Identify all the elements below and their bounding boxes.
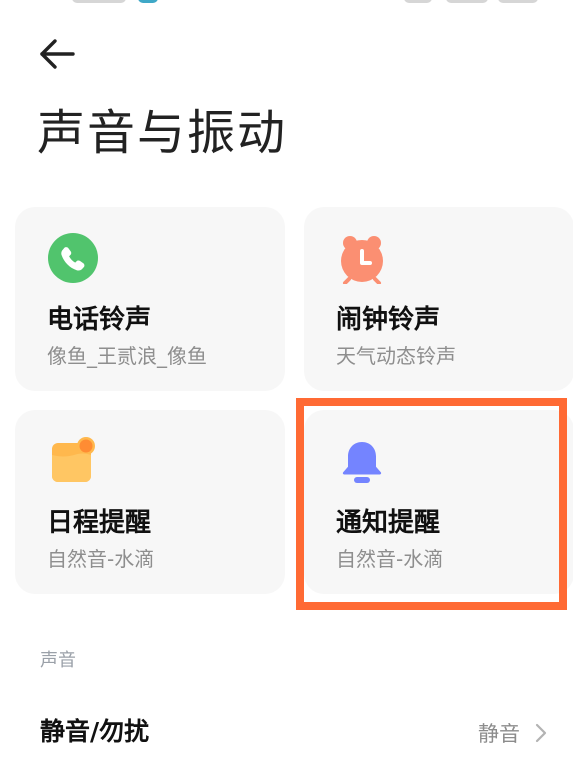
notification-reminder-title: 通知提醒 [336,508,441,538]
page-title: 声音与振动 [37,105,288,161]
arrow-left-icon [40,39,75,69]
chevron-right-icon [533,721,549,745]
sound-section-heading: 声音 [40,650,76,671]
alarm-clock-icon [336,232,388,284]
notification-reminder-value: 自然音-水滴 [336,547,444,571]
bell-icon [336,435,388,487]
back-button[interactable] [38,36,78,72]
sound-vibration-settings-page: 声音与振动 电话铃声 像鱼_王贰浪_像鱼 闹钟铃声 天气动态铃声 日程提醒 自然… [0,0,573,772]
silent-do-not-disturb-value: 静音 [478,722,520,746]
calendar-note-icon [47,435,99,487]
status-bar-left-indicator [72,0,126,3]
phone-ringtone-card[interactable]: 电话铃声 像鱼_王贰浪_像鱼 [15,207,285,391]
alarm-ringtone-title: 闹钟铃声 [336,305,441,335]
status-bar-fragment [0,0,573,8]
silent-do-not-disturb-label: 静音/勿扰 [40,717,150,746]
schedule-reminder-value: 自然音-水滴 [47,547,155,571]
schedule-reminder-card[interactable]: 日程提醒 自然音-水滴 [15,410,285,594]
phone-ringtone-value: 像鱼_王贰浪_像鱼 [47,344,207,368]
schedule-reminder-title: 日程提醒 [47,508,152,538]
alarm-ringtone-card[interactable]: 闹钟铃声 天气动态铃声 [304,207,573,391]
phone-icon [47,232,99,284]
status-bar-accent-indicator [138,0,158,3]
status-bar-right-indicator [404,0,432,3]
alarm-ringtone-value: 天气动态铃声 [336,344,456,368]
notification-reminder-card[interactable]: 通知提醒 自然音-水滴 [304,410,573,594]
status-bar-right-indicator [498,0,538,3]
silent-do-not-disturb-row[interactable]: 静音/勿扰 静音 [0,702,573,764]
phone-ringtone-title: 电话铃声 [47,305,152,335]
status-bar-right-indicator [446,0,488,3]
